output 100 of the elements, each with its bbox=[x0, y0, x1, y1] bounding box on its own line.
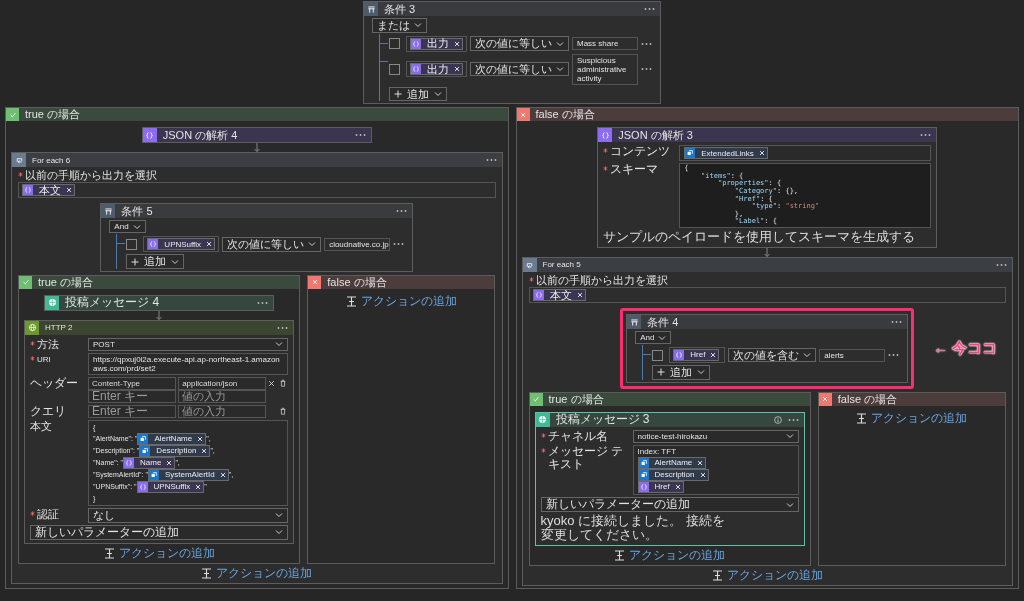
comparison-dropdown[interactable]: 次の値に等しい bbox=[470, 61, 569, 77]
more-icon[interactable] bbox=[257, 300, 269, 305]
more-icon[interactable] bbox=[996, 263, 1007, 268]
add-button[interactable]: 追加 bbox=[389, 86, 447, 102]
cross-icon bbox=[818, 392, 832, 406]
remove-icon[interactable] bbox=[576, 292, 583, 299]
branch-title: true の場合 bbox=[548, 392, 604, 406]
card-title: 条件 4 bbox=[647, 315, 680, 329]
operator-dropdown[interactable]: または bbox=[372, 18, 427, 33]
add-action-link[interactable]: アクションの追加 bbox=[345, 294, 457, 308]
more-icon[interactable] bbox=[277, 325, 289, 330]
checkbox[interactable] bbox=[389, 63, 400, 75]
token-chip[interactable]: 出力 bbox=[410, 63, 463, 76]
add-action-link[interactable]: アクションの追加 bbox=[201, 567, 313, 581]
operand-field[interactable]: 出力 bbox=[406, 35, 467, 52]
dropdown[interactable]: notice-test-hirokazu bbox=[632, 429, 799, 443]
operator-dropdown[interactable]: And bbox=[635, 331, 672, 345]
key-field[interactable]: Content-Type bbox=[88, 376, 177, 390]
dropdown[interactable]: なし bbox=[88, 507, 289, 523]
more-icon[interactable] bbox=[396, 209, 408, 214]
value-field[interactable]: Mass share bbox=[572, 37, 638, 51]
remove-icon[interactable] bbox=[66, 187, 72, 194]
add-action-link[interactable]: アクションの追加 bbox=[856, 411, 968, 425]
remove-icon[interactable] bbox=[699, 471, 706, 478]
chevron-down-icon bbox=[803, 352, 812, 358]
checkbox[interactable] bbox=[126, 238, 138, 250]
code-braces-icon bbox=[674, 350, 685, 361]
add-parameter-dropdown[interactable]: 新しいパラメーターの追加 bbox=[540, 496, 799, 513]
remove-icon[interactable] bbox=[697, 459, 704, 466]
url-field[interactable]: https://qpxuj0i2a.execute-api.ap-northeast-1.amazonaws.com/prd/set2 bbox=[88, 352, 289, 375]
remove-icon[interactable] bbox=[195, 483, 202, 490]
dropdown[interactable]: POST bbox=[88, 337, 289, 351]
value-field[interactable]: cloudnative.co.jp bbox=[324, 237, 391, 251]
more-icon[interactable] bbox=[354, 133, 366, 138]
token-chip[interactable]: UPNSuffix bbox=[147, 238, 216, 251]
comparison-dropdown[interactable]: 次の値に等しい bbox=[222, 236, 322, 252]
delete-icon[interactable] bbox=[279, 407, 288, 416]
chevron-down-icon bbox=[697, 369, 706, 376]
remove-icon[interactable] bbox=[674, 483, 681, 490]
more-icon[interactable] bbox=[920, 133, 932, 138]
connector-arrow bbox=[763, 248, 772, 258]
more-icon[interactable] bbox=[485, 158, 497, 163]
token-chip[interactable]: AlertName bbox=[137, 432, 207, 445]
message-field[interactable]: Index: TFT AlertName Description Href bbox=[632, 444, 799, 495]
value-field[interactable]: 値の入力 bbox=[178, 404, 267, 418]
add-action-link[interactable]: アクションの追加 bbox=[614, 549, 726, 563]
token-chip[interactable]: 出力 bbox=[410, 37, 463, 50]
token-chip[interactable]: SystemAlertId bbox=[147, 468, 229, 481]
info-icon[interactable] bbox=[773, 415, 782, 424]
add-button[interactable]: 追加 bbox=[126, 254, 185, 269]
remove-icon[interactable] bbox=[197, 435, 204, 442]
more-icon[interactable] bbox=[891, 320, 903, 325]
add-step-icon bbox=[711, 570, 723, 582]
output-field[interactable]: 本文 bbox=[528, 287, 1006, 304]
more-icon[interactable] bbox=[641, 67, 652, 72]
remove-icon[interactable] bbox=[206, 241, 213, 248]
card-title: For each 6 bbox=[32, 155, 72, 165]
more-icon[interactable] bbox=[888, 353, 900, 358]
token-chip[interactable]: 本文 bbox=[532, 289, 586, 302]
value-field[interactable]: Suspicious administrative activity bbox=[572, 53, 638, 85]
value-field[interactable]: alerts bbox=[819, 348, 886, 362]
code-braces-icon bbox=[638, 481, 649, 492]
required-icon bbox=[528, 277, 534, 283]
operand-field[interactable]: 出力 bbox=[406, 61, 467, 78]
operand-field[interactable]: UPNSuffix bbox=[143, 236, 220, 253]
more-icon[interactable] bbox=[641, 41, 652, 46]
token-chip[interactable]: Href bbox=[673, 349, 720, 362]
remove-icon[interactable] bbox=[268, 379, 276, 387]
operand-field[interactable]: Href bbox=[669, 347, 726, 364]
output-field[interactable]: 本文 bbox=[18, 182, 496, 199]
checkbox[interactable] bbox=[389, 38, 400, 50]
remove-icon[interactable] bbox=[758, 150, 765, 157]
operator-dropdown[interactable]: And bbox=[109, 220, 146, 234]
remove-icon[interactable] bbox=[201, 447, 208, 454]
add-parameter-dropdown[interactable]: 新しいパラメーターの追加 bbox=[30, 524, 289, 541]
token-chip[interactable]: AlertName bbox=[637, 456, 707, 469]
delete-icon[interactable] bbox=[279, 379, 288, 388]
checkbox[interactable] bbox=[652, 349, 664, 361]
add-action-link[interactable]: アクションの追加 bbox=[711, 569, 823, 583]
remove-icon[interactable] bbox=[166, 459, 173, 466]
more-icon[interactable] bbox=[787, 417, 799, 422]
token-chip[interactable]: ExtendedLinks bbox=[684, 147, 768, 160]
check-icon bbox=[19, 275, 32, 289]
key-field[interactable]: Enter キー bbox=[88, 404, 177, 418]
code-braces-icon bbox=[137, 481, 148, 492]
remove-icon[interactable] bbox=[219, 471, 226, 478]
chat-icon bbox=[535, 412, 550, 427]
comparison-dropdown[interactable]: 次の値を含む bbox=[728, 347, 817, 363]
card-title: 条件 3 bbox=[384, 2, 417, 16]
token-chip[interactable]: 本文 bbox=[22, 184, 75, 197]
add-action-link[interactable]: アクションの追加 bbox=[103, 547, 215, 561]
remove-icon[interactable] bbox=[454, 66, 460, 73]
comparison-dropdown[interactable]: 次の値に等しい bbox=[470, 36, 569, 51]
branch-title: true の場合 bbox=[38, 275, 93, 289]
value-field[interactable]: application/json bbox=[178, 376, 267, 390]
add-button[interactable]: 追加 bbox=[652, 365, 711, 380]
remove-icon[interactable] bbox=[454, 40, 460, 47]
more-icon[interactable] bbox=[393, 242, 405, 247]
remove-icon[interactable] bbox=[710, 352, 717, 359]
content-field[interactable]: ExtendedLinks bbox=[679, 145, 932, 162]
